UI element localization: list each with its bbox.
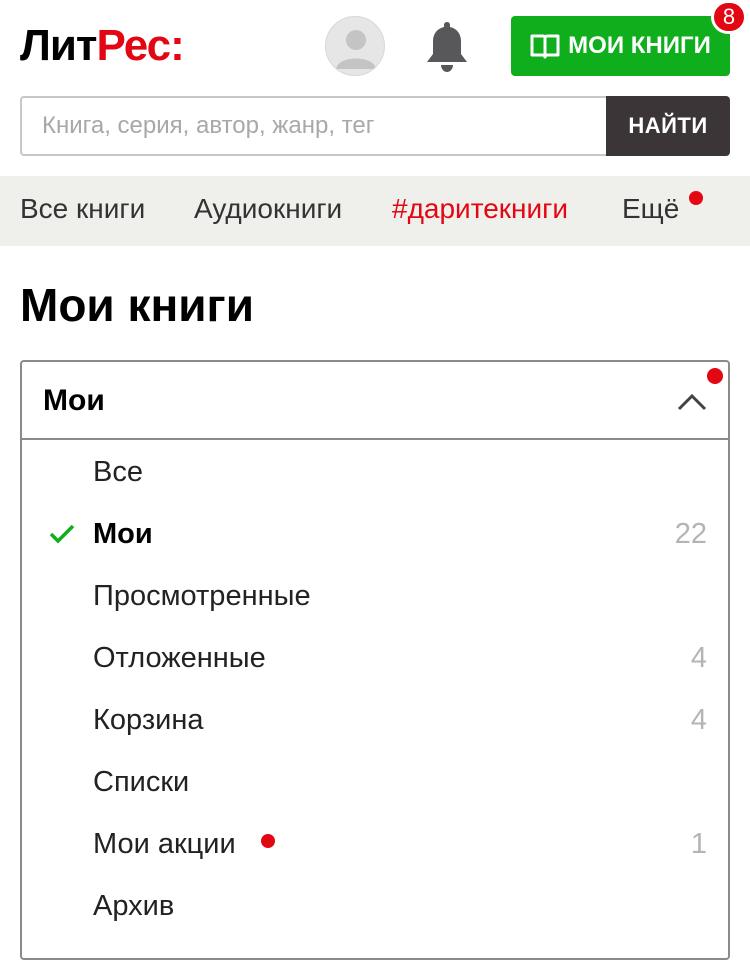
- option-label: Просмотренные: [93, 580, 311, 612]
- nav-item-audiobooks[interactable]: Аудиокниги: [194, 193, 342, 225]
- nav-item-more[interactable]: Ещё: [622, 193, 679, 225]
- litres-logo[interactable]: ЛитРес:: [20, 20, 185, 72]
- chevron-up-icon: [677, 393, 707, 411]
- main-nav: Все книги Аудиокниги #даритекниги Ещё: [0, 176, 750, 246]
- filter-option-all[interactable]: Все: [22, 442, 728, 504]
- filter-option-postponed[interactable]: Отложенные 4: [22, 628, 728, 690]
- search-button[interactable]: НАЙТИ: [606, 96, 730, 156]
- user-avatar-icon[interactable]: [325, 16, 385, 76]
- dropdown-notification-dot: [707, 368, 723, 384]
- option-label: Мои акции: [93, 828, 236, 860]
- search-input[interactable]: [20, 96, 606, 156]
- dropdown-header[interactable]: Мои: [22, 362, 728, 440]
- option-count: 1: [690, 828, 707, 860]
- books-filter-dropdown: Мои Все Мои 22 Просмотренные Отложенные …: [20, 360, 730, 960]
- option-count: 4: [690, 642, 707, 674]
- filter-option-my-promotions[interactable]: Мои акции 1: [22, 814, 728, 876]
- option-label: Мои: [93, 518, 153, 550]
- page-title: Мои книги: [20, 279, 254, 331]
- nav-item-all-books[interactable]: Все книги: [20, 193, 145, 225]
- filter-option-viewed[interactable]: Просмотренные: [22, 566, 728, 628]
- checkmark-icon: [49, 524, 75, 544]
- option-count: 4: [690, 704, 707, 736]
- open-book-icon: [530, 34, 560, 59]
- nav-more-notification-dot: [689, 191, 703, 205]
- option-label: Все: [93, 456, 143, 488]
- my-books-count-badge: 8: [711, 0, 747, 34]
- filter-option-cart[interactable]: Корзина 4: [22, 690, 728, 752]
- option-label: Отложенные: [93, 642, 266, 674]
- dropdown-selected-label: Мои: [43, 384, 105, 417]
- header: ЛитРес: МОИ КНИГИ 8: [0, 0, 750, 90]
- logo-text-lit: Лит: [20, 21, 97, 70]
- nav-item-gift-books[interactable]: #даритекниги: [392, 193, 568, 225]
- logo-text-res: Рес:: [96, 21, 184, 70]
- bell-icon[interactable]: [422, 18, 472, 74]
- my-books-label: МОИ КНИГИ: [568, 32, 711, 59]
- option-label: Архив: [93, 890, 175, 922]
- filter-option-lists[interactable]: Списки: [22, 752, 728, 814]
- filter-option-mine[interactable]: Мои 22: [22, 504, 728, 566]
- option-count: 22: [674, 518, 707, 550]
- filter-option-archive[interactable]: Архив: [22, 876, 728, 938]
- option-label: Корзина: [93, 704, 204, 736]
- option-label: Списки: [93, 766, 190, 798]
- my-books-button[interactable]: МОИ КНИГИ: [511, 16, 730, 76]
- promotions-notification-dot: [261, 834, 275, 848]
- search-bar: НАЙТИ: [20, 96, 730, 156]
